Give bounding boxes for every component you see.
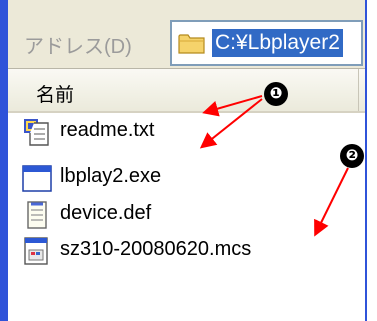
marker-2-text: ❷: [345, 147, 359, 164]
marker-1-text: ❶: [269, 85, 283, 102]
annotation-marker-1: ❶: [264, 82, 288, 106]
annotation-marker-2: ❷: [340, 144, 364, 168]
annotation-arrows: [199, 95, 349, 237]
